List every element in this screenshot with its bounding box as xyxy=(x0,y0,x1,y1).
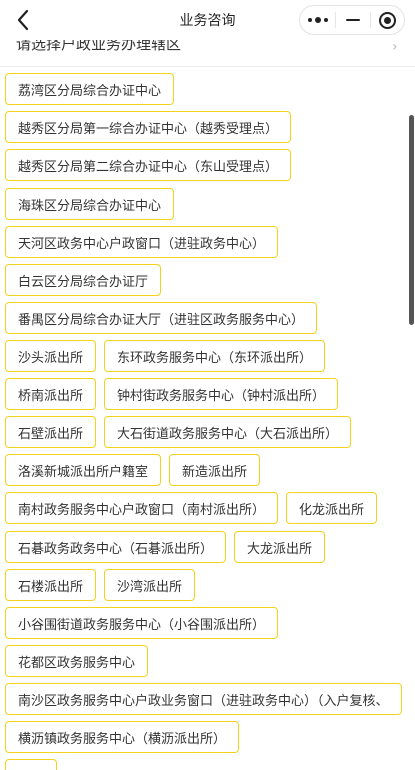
top-navigation-bar: 业务咨询 xyxy=(0,0,415,40)
office-chip[interactable]: 新造派出所 xyxy=(169,454,261,486)
office-row: 越秀区分局第二综合办证中心（东山受理点） xyxy=(5,149,292,181)
office-chip[interactable]: 南沙区政务服务中心户政业务窗口（进驻政务中心）（入户复核、 xyxy=(5,683,402,715)
office-row: 石壁派出所 大石街道政务服务中心（大石派出所） xyxy=(5,416,352,448)
office-chip[interactable]: 越秀区分局第一综合办证中心（越秀受理点） xyxy=(5,111,292,143)
office-chip[interactable]: 横沥镇政务服务中心（横沥派出所） xyxy=(5,721,240,753)
office-chip[interactable]: 沙湾派出所 xyxy=(104,569,196,601)
office-chip[interactable]: 海珠区分局综合办证中心 xyxy=(5,188,175,220)
office-row: 洛溪新城派出所户籍室 新造派出所 xyxy=(5,454,261,486)
office-chip[interactable]: 钟村街政务服务中心（钟村派出所） xyxy=(104,378,339,410)
more-button[interactable] xyxy=(300,6,335,34)
target-circle-icon xyxy=(378,11,396,29)
mini-program-capsule xyxy=(299,5,405,35)
office-row: 石碁政务政务中心（石碁派出所） 大龙派出所 xyxy=(5,531,326,563)
office-chip[interactable]: 石碁政务政务中心（石碁派出所） xyxy=(5,531,227,563)
office-chip[interactable]: 白云区分局综合办证厅 xyxy=(5,264,162,296)
office-row: 越秀区分局第一综合办证中心（越秀受理点） xyxy=(5,111,292,143)
more-dots-icon xyxy=(307,17,328,23)
close-button[interactable] xyxy=(371,6,404,34)
office-chip[interactable]: 小谷围街道政务服务中心（小谷围派出所） xyxy=(5,607,279,639)
office-chip[interactable]: 大龙派出所 xyxy=(234,531,326,563)
office-chip[interactable]: 大石街道政务服务中心（大石派出所） xyxy=(104,416,352,448)
district-selector-row[interactable]: 请选择户政业务办理辖区 › xyxy=(0,36,415,67)
office-chip[interactable]: 洛溪新城派出所户籍室 xyxy=(5,454,162,486)
office-row: …… xyxy=(5,759,57,770)
office-chip[interactable]: 番禺区分局综合办证大厅（进驻区政务服务中心） xyxy=(5,302,318,334)
scrollbar[interactable] xyxy=(409,115,414,325)
office-row: 石楼派出所 沙湾派出所 xyxy=(5,569,196,601)
minimize-button[interactable] xyxy=(336,6,369,34)
office-chip[interactable]: 石壁派出所 xyxy=(5,416,97,448)
office-chip[interactable]: 越秀区分局第二综合办证中心（东山受理点） xyxy=(5,149,292,181)
office-chip[interactable]: 荔湾区分局综合办证中心 xyxy=(5,73,175,105)
office-row: 白云区分局综合办证厅 xyxy=(5,264,162,296)
office-row: 桥南派出所 钟村街政务服务中心（钟村派出所） xyxy=(5,378,339,410)
office-row: 沙头派出所 东环政务服务中心（东环派出所） xyxy=(5,340,326,372)
minus-icon xyxy=(345,18,360,22)
office-row: 荔湾区分局综合办证中心 xyxy=(5,73,175,105)
office-chip[interactable]: …… xyxy=(5,759,57,770)
office-chip[interactable]: 沙头派出所 xyxy=(5,340,97,372)
office-row: 花都区政务服务中心 xyxy=(5,645,149,677)
office-chip[interactable]: 花都区政务服务中心 xyxy=(5,645,149,677)
office-row: 天河区政务中心户政窗口（进驻政务中心） xyxy=(5,226,279,258)
office-chip[interactable]: 桥南派出所 xyxy=(5,378,97,410)
office-chip[interactable]: 化龙派出所 xyxy=(286,492,378,524)
office-chip[interactable]: 石楼派出所 xyxy=(5,569,97,601)
chevron-right-icon: › xyxy=(392,39,398,55)
office-row: 番禺区分局综合办证大厅（进驻区政务服务中心） xyxy=(5,302,318,334)
office-row: 小谷围街道政务服务中心（小谷围派出所） xyxy=(5,607,279,639)
office-row: 南沙区政务服务中心户政业务窗口（进驻政务中心）（入户复核、 xyxy=(5,683,402,715)
office-chip[interactable]: 东环政务服务中心（东环派出所） xyxy=(104,340,326,372)
office-chip[interactable]: 南村政务服务中心户政窗口（南村派出所） xyxy=(5,492,279,524)
office-list: 荔湾区分局综合办证中心 越秀区分局第一综合办证中心（越秀受理点） 越秀区分局第二… xyxy=(0,66,415,770)
office-row: 南村政务服务中心户政窗口（南村派出所） 化龙派出所 xyxy=(5,492,378,524)
office-chip[interactable]: 天河区政务中心户政窗口（进驻政务中心） xyxy=(5,226,279,258)
office-row: 海珠区分局综合办证中心 xyxy=(5,188,175,220)
office-row: 横沥镇政务服务中心（横沥派出所） xyxy=(5,721,240,753)
